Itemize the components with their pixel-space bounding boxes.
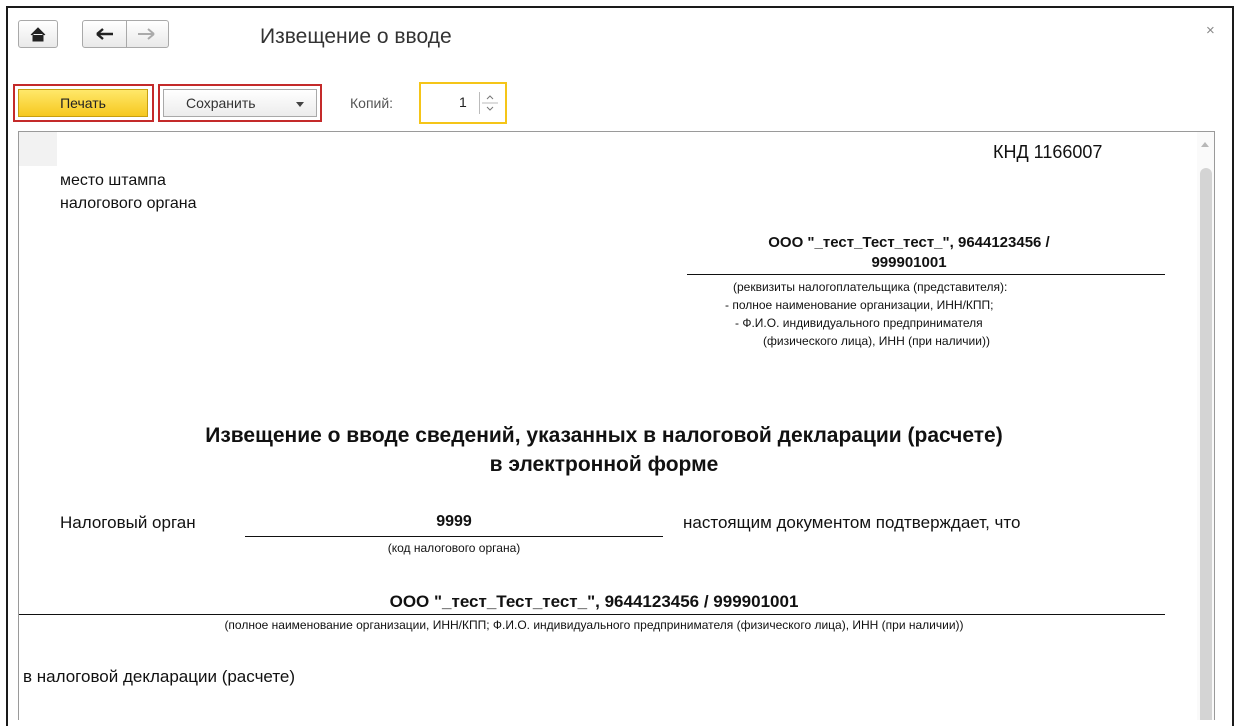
document-preview[interactable]: КНД 1166007 место штампа налогового орга… — [18, 131, 1215, 720]
corner-cell — [19, 132, 57, 166]
copies-value: 1 — [459, 94, 467, 110]
in-declaration-text: в налоговой декларации (расчете) — [23, 667, 296, 686]
document-heading-line2: в электронной форме — [489, 453, 719, 476]
tax-authority-code-caption: (код налогового органа) — [387, 541, 521, 555]
copies-label: Копий: — [350, 95, 394, 111]
save-button-label: Сохранить — [186, 95, 256, 111]
taxpayer-line2: 999901001 — [871, 254, 947, 271]
knd-code: КНД 1166007 — [993, 142, 1103, 162]
document-heading-line1: Извещение о вводе сведений, указанных в … — [205, 424, 1003, 447]
window-title: Извещение о вводе — [260, 25, 452, 48]
organization-full-name: ООО "_тест_Тест_тест_", 9644123456 / 999… — [389, 592, 799, 611]
organization-caption: (полное наименование организации, ИНН/КП… — [224, 618, 964, 632]
taxpayer-underline — [687, 274, 1165, 275]
chevron-down-icon — [296, 102, 304, 107]
home-button[interactable] — [18, 20, 58, 48]
print-button[interactable]: Печать — [18, 89, 148, 117]
document-window: Извещение о вводе × Печать Сохранить Коп… — [6, 6, 1234, 726]
organization-underline — [19, 614, 1165, 615]
arrow-right-icon — [127, 21, 168, 47]
scrollbar-thumb[interactable] — [1200, 168, 1212, 720]
copies-spinner[interactable] — [479, 92, 500, 114]
requisites-line2: - полное наименование организации, ИНН/К… — [725, 298, 994, 312]
requisites-line1: (реквизиты налогоплательщика (представит… — [733, 280, 1008, 294]
scroll-up-icon[interactable] — [1201, 142, 1209, 147]
requisites-line3: - Ф.И.О. индивидуального предпринимателя — [735, 316, 983, 330]
save-button[interactable]: Сохранить — [163, 89, 317, 117]
copies-input[interactable]: 1 — [419, 82, 507, 124]
stamp-label-line2: налогового органа — [60, 195, 197, 212]
tax-authority-code: 9999 — [436, 513, 472, 530]
forward-button[interactable] — [126, 20, 169, 48]
home-icon — [19, 21, 57, 47]
taxpayer-line1: ООО "_тест_Тест_тест_", 9644123456 / — [768, 234, 1050, 251]
tax-authority-label: Налоговый орган — [60, 513, 196, 532]
requisites-line4: (физического лица), ИНН (при наличии)) — [763, 334, 990, 348]
tax-authority-underline — [245, 536, 663, 537]
arrow-left-icon — [83, 21, 126, 47]
stamp-label-line1: место штампа — [60, 172, 166, 189]
back-button[interactable] — [82, 20, 127, 48]
confirms-text: настоящим документом подтверждает, что — [683, 513, 1021, 532]
close-icon[interactable]: × — [1206, 22, 1215, 39]
